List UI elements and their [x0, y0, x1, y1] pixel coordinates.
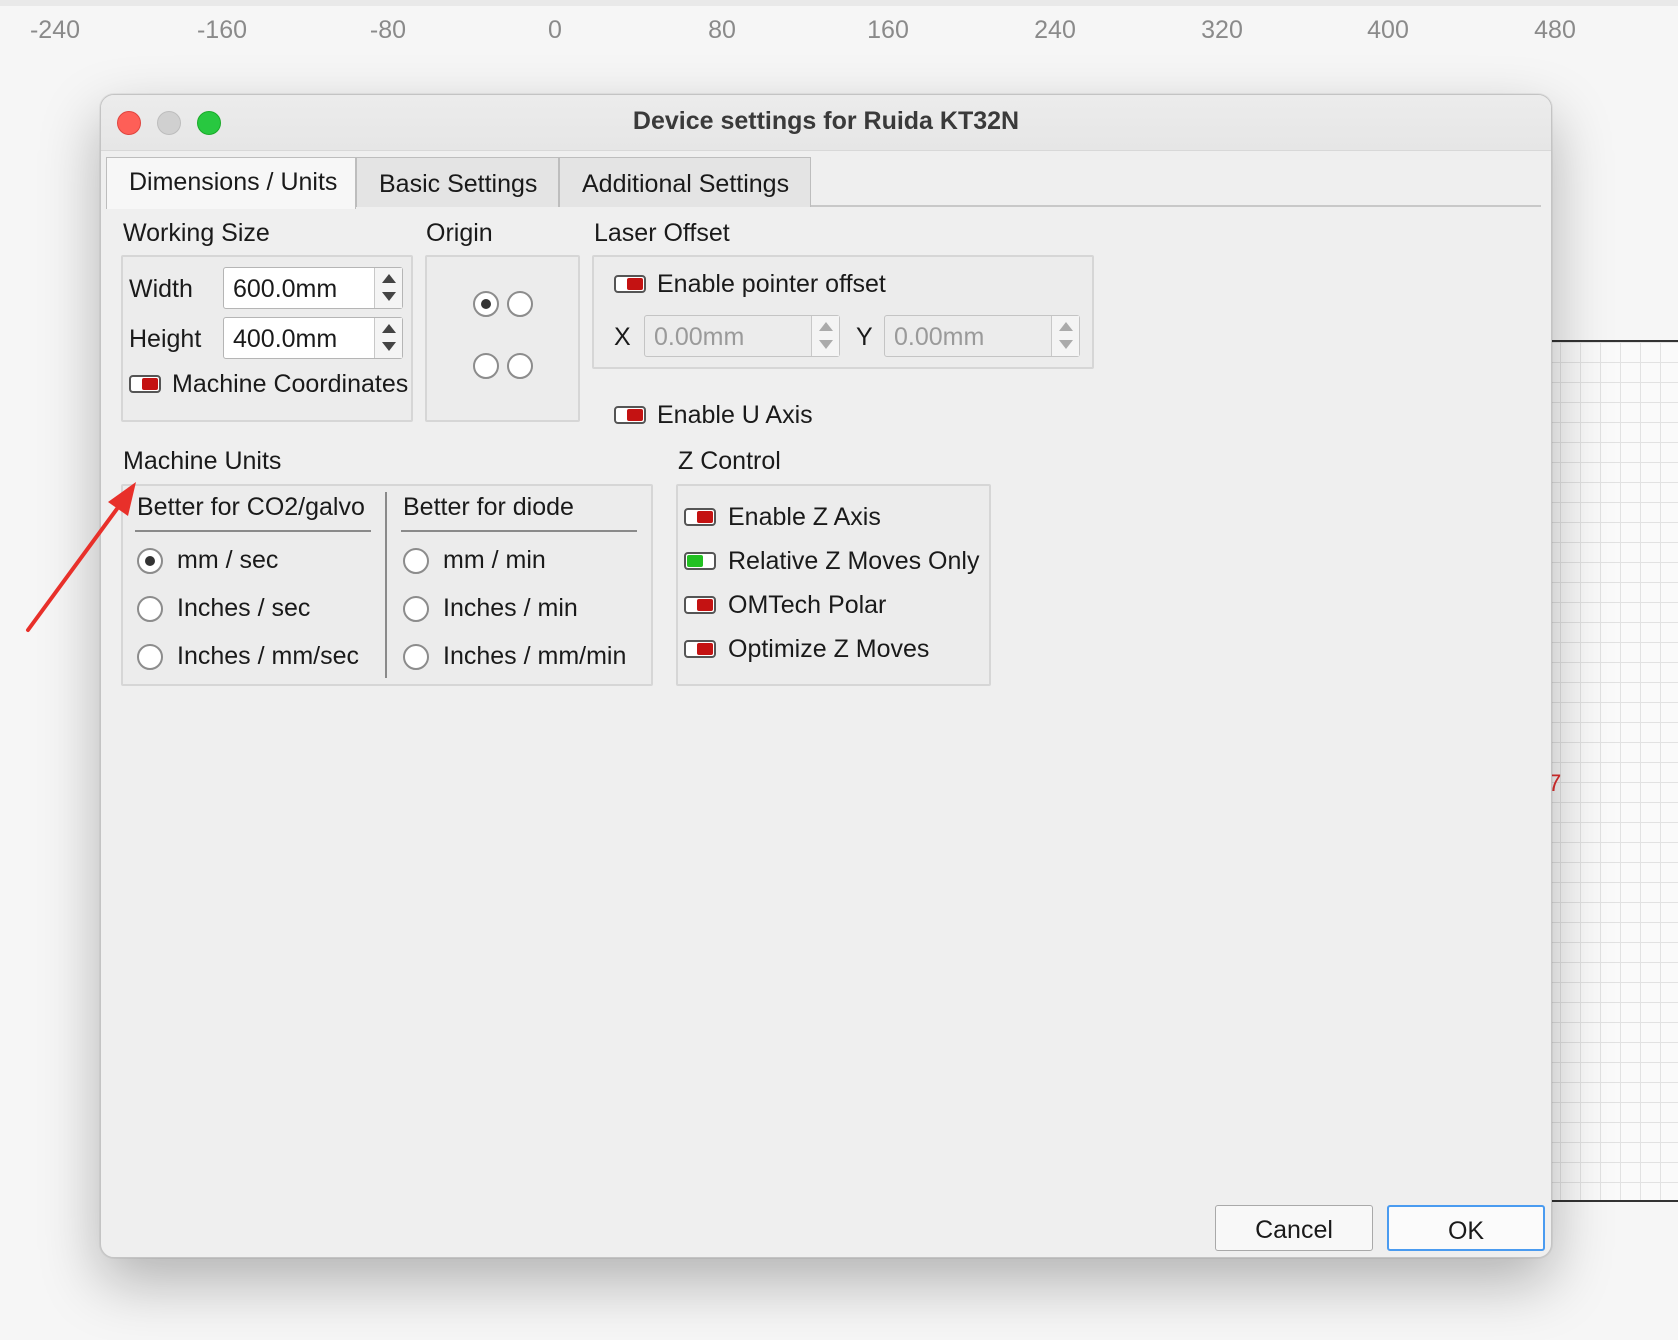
annotation-arrow-shaft — [26, 500, 124, 632]
tab-dimensions-units[interactable]: Dimensions / Units — [106, 157, 356, 209]
annotation-arrow-head — [108, 482, 136, 516]
